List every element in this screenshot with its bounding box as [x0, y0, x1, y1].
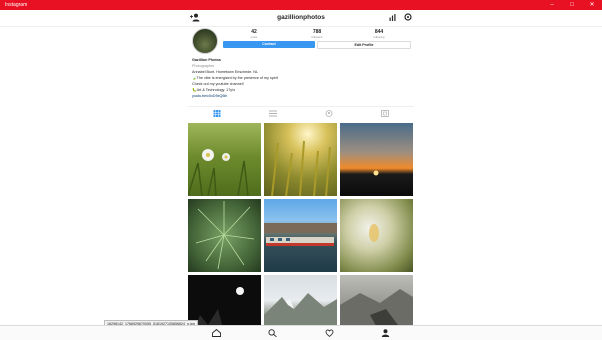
header-username: gazillionphotos: [277, 14, 325, 21]
profile-icon[interactable]: [381, 329, 390, 337]
close-icon[interactable]: ✕: [585, 0, 599, 10]
avatar[interactable]: [192, 28, 218, 54]
stat-following-label: following: [373, 35, 385, 39]
bio: Gazillion Photos Photographer Annabel Bu…: [192, 57, 410, 99]
stat-followers-label: followers: [311, 35, 323, 39]
photo-golden-grass[interactable]: [264, 123, 337, 196]
heart-icon[interactable]: [325, 329, 334, 337]
contact-button[interactable]: Contact: [223, 41, 315, 48]
grid-icon[interactable]: [213, 110, 221, 117]
settings-icon[interactable]: [404, 13, 412, 21]
profile-section: 42 posts 788 followers 844 following Con…: [192, 28, 411, 103]
edit-profile-button[interactable]: Edit Profile: [317, 41, 411, 49]
stat-followers[interactable]: 788 followers: [297, 29, 337, 39]
photo-moon-night[interactable]: [188, 275, 261, 325]
photo-mountains[interactable]: [264, 275, 337, 325]
photo-rocks[interactable]: [340, 275, 413, 325]
window-title: Instagram: [5, 2, 28, 8]
profile-tabs: [188, 106, 414, 120]
photo-autumn-leaf[interactable]: [340, 199, 413, 272]
photo-grid: [188, 123, 414, 325]
search-icon[interactable]: [268, 329, 277, 337]
profile-link[interactable]: youtu.be/c0xD9xQ5ih: [192, 93, 410, 99]
bottom-nav: [0, 325, 602, 340]
maximize-icon[interactable]: □: [565, 0, 579, 10]
home-icon[interactable]: [212, 329, 221, 337]
stat-posts[interactable]: 42 posts: [234, 29, 274, 39]
photo-daisies[interactable]: [188, 123, 261, 196]
stat-following[interactable]: 844 following: [359, 29, 399, 39]
profile-header: gazillionphotos: [0, 10, 602, 27]
photo-sunset[interactable]: [340, 123, 413, 196]
photo-boats-canal[interactable]: [264, 199, 337, 272]
tagged-icon[interactable]: [325, 110, 333, 117]
photo-pine-needles[interactable]: [188, 199, 261, 272]
saved-icon[interactable]: [381, 110, 389, 117]
insights-icon[interactable]: [389, 14, 396, 21]
stat-posts-label: posts: [250, 35, 258, 39]
title-bar: Instagram – □ ✕: [0, 0, 602, 10]
minimize-icon[interactable]: –: [545, 0, 559, 10]
list-icon[interactable]: [269, 110, 277, 117]
